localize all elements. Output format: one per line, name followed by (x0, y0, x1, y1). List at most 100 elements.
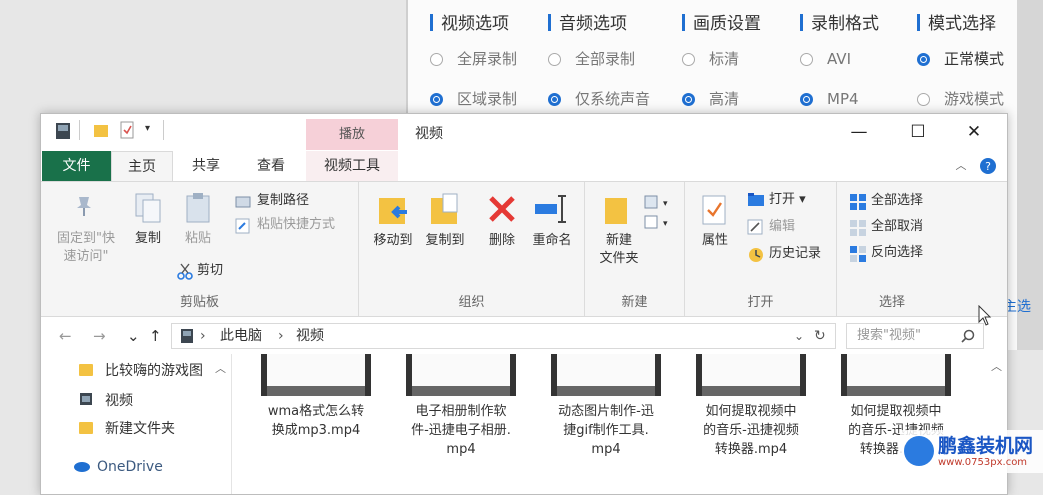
svg-text:▾: ▾ (663, 219, 668, 229)
paste-shortcut-icon (235, 218, 251, 238)
explorer-window: ▾ 播放 视频 — ☐ ✕ 文件 主页 共享 查看 视频工具 ︿ ? 固定到"快… (40, 113, 1008, 495)
select-group-label: 选择 (878, 295, 905, 310)
folder-icon[interactable] (93, 122, 109, 142)
up-arrow-icon[interactable]: ↑ (149, 327, 162, 345)
select-none-button[interactable]: 全部取消 (871, 216, 923, 238)
breadcrumb-videos[interactable]: 视频 (296, 324, 324, 348)
nav-scroll-up-icon[interactable]: ︿ (215, 360, 226, 376)
maximize-button[interactable]: ☐ (900, 120, 936, 144)
back-arrow-icon[interactable]: ← (59, 327, 72, 345)
paste-shortcut-button[interactable]: 粘贴快捷方式 (257, 214, 335, 236)
properties-icon[interactable] (119, 121, 135, 143)
radio-icon[interactable] (917, 93, 930, 106)
video-thumbnail[interactable] (696, 354, 806, 396)
radio-icon[interactable] (430, 53, 443, 66)
radio-icon[interactable] (800, 53, 813, 66)
tab-home[interactable]: 主页 (111, 151, 173, 181)
cut-button[interactable]: 剪切 (197, 260, 223, 282)
radio-selected-icon[interactable] (548, 93, 561, 106)
open-button[interactable]: 打开 ▾ (769, 189, 806, 211)
select-all-button[interactable]: 全部选择 (871, 190, 923, 212)
video-thumbnail[interactable] (406, 354, 516, 396)
tab-file[interactable]: 文件 (42, 151, 111, 181)
history-button[interactable]: 历史记录 (769, 243, 821, 265)
move-to-button[interactable]: 移动到 (365, 232, 421, 250)
scroll-up-icon[interactable]: ︿ (991, 358, 1002, 374)
mode-options-column: 模式选择 正常模式 游戏模式 (917, 10, 1004, 118)
videos-icon (80, 393, 92, 405)
nav-item-videos[interactable]: 视频 (79, 388, 133, 414)
close-button[interactable]: ✕ (956, 120, 992, 144)
file-name[interactable]: 动态图片制作-迅 捷gif制作工具. mp4 (546, 402, 666, 459)
refresh-icon[interactable]: ↻ (814, 324, 826, 348)
move-to-icon (377, 192, 411, 234)
select-group: 全部选择 全部取消 反向选择 选择 (837, 182, 947, 316)
copy-to-button[interactable]: 复制到 (417, 232, 473, 250)
radio-icon[interactable] (682, 53, 695, 66)
edit-button[interactable]: 编辑 (769, 216, 795, 238)
forward-arrow-icon[interactable]: → (93, 327, 106, 345)
folder-icon (79, 422, 93, 434)
chevron-down-icon[interactable]: ⌄ (127, 327, 140, 345)
watermark-logo-icon (904, 436, 934, 466)
radio-selected-icon[interactable] (800, 93, 813, 106)
new-group: ▾ ▾ 新建 文件夹 新建 (585, 182, 685, 316)
copy-button[interactable]: 复制 (125, 230, 171, 248)
copy-path-button[interactable]: 复制路径 (257, 190, 309, 212)
breadcrumb-this-pc[interactable]: 此电脑 (220, 324, 262, 348)
radio-icon[interactable] (548, 53, 561, 66)
pin-to-quick-access-button[interactable]: 固定到"快 速访问" (49, 230, 123, 266)
nav-item-new-folder[interactable]: 新建文件夹 (79, 416, 175, 442)
separator (163, 120, 164, 140)
tab-share[interactable]: 共享 (181, 151, 231, 181)
tab-view[interactable]: 查看 (246, 151, 296, 181)
new-group-label: 新建 (621, 295, 648, 310)
nav-item-game-images[interactable]: 比较嗨的游戏图 (79, 358, 203, 384)
file-list: wma格式怎么转 换成mp3.mp4 电子相册制作软 件-迅捷电子相册. mp4… (241, 354, 981, 494)
mode-options-header: 模式选择 (917, 10, 1004, 38)
vertical-scrollbar[interactable]: ︿ (987, 354, 1007, 494)
delete-button[interactable]: 删除 (477, 232, 527, 250)
video-thumbnail[interactable] (261, 354, 371, 396)
watermark-url: www.0753px.com (938, 457, 1028, 468)
option-fullscreen[interactable]: 全屏录制 (430, 40, 517, 78)
option-record-all-audio[interactable]: 全部录制 (548, 40, 650, 78)
radio-selected-icon[interactable] (917, 53, 930, 66)
collapse-ribbon-icon[interactable]: ︿ (951, 151, 971, 181)
context-tab-play[interactable]: 播放 (306, 119, 398, 150)
explorer-app-icon (55, 122, 71, 144)
new-folder-button[interactable]: 新建 文件夹 (591, 232, 647, 268)
file-name[interactable]: 如何提取视频中 的音乐-迅捷视频 转换器.mp4 (691, 402, 811, 459)
mouse-cursor-icon (978, 305, 992, 326)
option-avi[interactable]: AVI (800, 40, 879, 78)
help-icon[interactable]: ? (978, 151, 998, 181)
video-thumbnail[interactable] (841, 354, 951, 396)
radio-selected-icon[interactable] (430, 93, 443, 106)
breadcrumb-separator-icon: › (278, 328, 284, 344)
tab-video-tools[interactable]: 视频工具 (306, 151, 398, 181)
video-thumbnail[interactable] (551, 354, 661, 396)
file-name[interactable]: 电子相册制作软 件-迅捷电子相册. mp4 (401, 402, 521, 459)
minimize-button[interactable]: — (841, 120, 877, 144)
computer-icon (181, 329, 193, 343)
paste-button[interactable]: 粘贴 (175, 230, 221, 248)
navigation-pane: 比较嗨的游戏图 视频 新建文件夹 OneDrive ︿ (41, 354, 232, 494)
radio-selected-icon[interactable] (682, 93, 695, 106)
search-icon (961, 329, 975, 343)
address-box[interactable]: › 此电脑 › 视频 ⌄ ↻ (171, 323, 836, 349)
paste-icon (184, 192, 212, 228)
properties-button[interactable]: 属性 (691, 232, 739, 250)
new-item-icon[interactable]: ▾ ▾ (643, 192, 673, 236)
search-input[interactable]: 搜索"视频" (846, 323, 984, 349)
audio-options-column: 音频选项 全部录制 仅系统声音 (548, 10, 650, 118)
rename-button[interactable]: 重命名 (525, 232, 579, 250)
option-standard-quality[interactable]: 标清 (682, 40, 761, 78)
invert-selection-button[interactable]: 反向选择 (871, 242, 923, 264)
option-normal-mode[interactable]: 正常模式 (917, 40, 1004, 78)
address-dropdown-icon[interactable]: ⌄ (794, 324, 804, 348)
file-name[interactable]: wma格式怎么转 换成mp3.mp4 (256, 402, 376, 440)
nav-item-onedrive[interactable]: OneDrive (71, 454, 163, 480)
clipboard-group-label: 剪贴板 (179, 295, 219, 310)
quick-access-dropdown-icon[interactable]: ▾ (145, 123, 150, 134)
quality-options-column: 画质设置 标清 高清 (682, 10, 761, 118)
